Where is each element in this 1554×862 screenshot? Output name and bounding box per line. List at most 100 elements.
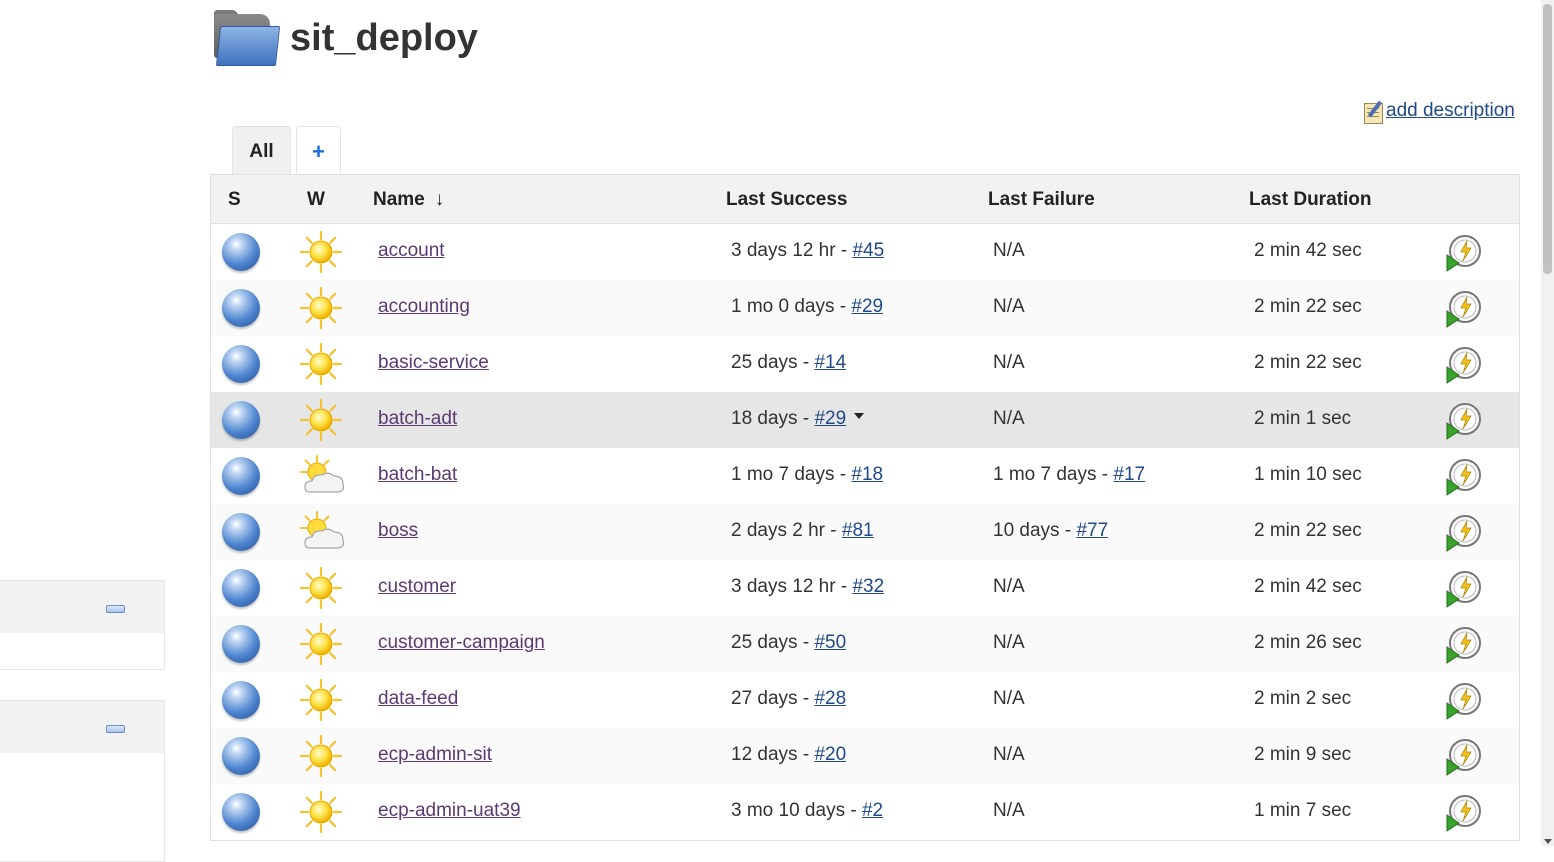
status-blue-ball-icon bbox=[222, 289, 260, 327]
last-success-build-link[interactable]: #28 bbox=[814, 688, 846, 709]
dropdown-arrow-icon[interactable] bbox=[854, 412, 865, 419]
last-failure-age: 1 mo 7 days - bbox=[993, 464, 1114, 485]
scroll-down-arrow-icon[interactable] bbox=[1544, 839, 1552, 844]
sunny-weather-icon bbox=[299, 286, 343, 330]
last-duration: 2 min 22 sec bbox=[1254, 520, 1362, 541]
last-success-age: 2 days 2 hr - bbox=[731, 520, 842, 541]
job-name-link[interactable]: customer bbox=[378, 576, 456, 597]
add-description-link[interactable]: add description bbox=[1364, 100, 1515, 124]
table-row: ecp-admin-sit 12 days - #20 N/A 2 min 9 … bbox=[211, 728, 1519, 784]
job-name-link[interactable]: boss bbox=[378, 520, 418, 541]
status-blue-ball-icon bbox=[222, 513, 260, 551]
status-blue-ball-icon bbox=[222, 457, 260, 495]
job-name-link[interactable]: batch-bat bbox=[378, 464, 457, 485]
last-failure-cell: N/A bbox=[993, 576, 1025, 598]
last-success-age: 1 mo 0 days - bbox=[731, 296, 852, 317]
schedule-build-icon[interactable] bbox=[1445, 626, 1483, 664]
last-duration: 2 min 22 sec bbox=[1254, 352, 1362, 373]
column-header-last-duration[interactable]: Last Duration bbox=[1249, 189, 1371, 211]
last-failure-build-link[interactable]: #17 bbox=[1113, 464, 1145, 485]
status-blue-ball-icon bbox=[222, 569, 260, 607]
table-row: basic-service 25 days - #14 N/A 2 min 22… bbox=[211, 336, 1519, 392]
last-failure-build-link[interactable]: #77 bbox=[1076, 520, 1108, 541]
last-success-build-link[interactable]: #20 bbox=[814, 744, 846, 765]
last-success-build-link[interactable]: #81 bbox=[842, 520, 874, 541]
last-success-build-link[interactable]: #50 bbox=[814, 632, 846, 653]
last-success-age: 18 days - bbox=[731, 408, 815, 429]
last-duration: 2 min 1 sec bbox=[1254, 408, 1352, 429]
last-success-build-link[interactable]: #14 bbox=[814, 352, 846, 373]
collapse-icon[interactable] bbox=[106, 605, 125, 613]
status-blue-ball-icon bbox=[222, 681, 260, 719]
last-success-age: 3 days 12 hr - bbox=[731, 240, 853, 261]
last-success-cell: 12 days - #20 bbox=[731, 744, 846, 766]
sidebar-widget-executor-status bbox=[0, 700, 165, 862]
job-name-link[interactable]: basic-service bbox=[378, 352, 489, 373]
last-failure-age: N/A bbox=[993, 576, 1025, 597]
schedule-build-icon[interactable] bbox=[1445, 682, 1483, 720]
schedule-build-icon[interactable] bbox=[1445, 290, 1483, 328]
new-view-tab[interactable]: + bbox=[296, 126, 341, 176]
table-row: boss 2 days 2 hr - #81 10 days - #77 2 m… bbox=[211, 504, 1519, 560]
last-failure-age: N/A bbox=[993, 240, 1025, 261]
column-header-name[interactable]: Name ↓ bbox=[373, 189, 444, 211]
last-success-build-link[interactable]: #45 bbox=[852, 240, 884, 261]
tab-all[interactable]: All bbox=[232, 126, 291, 176]
last-success-build-link[interactable]: #2 bbox=[862, 800, 883, 821]
last-failure-age: N/A bbox=[993, 744, 1025, 765]
last-success-age: 25 days - bbox=[731, 632, 815, 653]
schedule-build-icon[interactable] bbox=[1445, 514, 1483, 552]
schedule-build-icon[interactable] bbox=[1445, 402, 1483, 440]
last-duration: 2 min 42 sec bbox=[1254, 240, 1362, 261]
sunny-weather-icon bbox=[299, 734, 343, 778]
last-failure-age: 10 days - bbox=[993, 520, 1077, 541]
last-success-cell: 27 days - #28 bbox=[731, 688, 846, 710]
last-success-build-link[interactable]: #18 bbox=[851, 464, 883, 485]
last-success-build-link[interactable]: #32 bbox=[852, 576, 884, 597]
schedule-build-icon[interactable] bbox=[1445, 794, 1483, 832]
schedule-build-icon[interactable] bbox=[1445, 570, 1483, 608]
column-header-status[interactable]: S bbox=[228, 189, 241, 211]
table-row: ecp-admin-uat39 3 mo 10 days - #2 N/A 1 … bbox=[211, 784, 1519, 840]
job-name-link[interactable]: customer-campaign bbox=[378, 632, 545, 653]
job-name-link[interactable]: account bbox=[378, 240, 445, 261]
job-name-link[interactable]: data-feed bbox=[378, 688, 458, 709]
schedule-build-icon[interactable] bbox=[1445, 234, 1483, 272]
collapse-icon[interactable] bbox=[106, 725, 125, 733]
table-body: account 3 days 12 hr - #45 N/A 2 min 42 … bbox=[211, 224, 1519, 840]
page-scrollbar[interactable] bbox=[1541, 0, 1554, 846]
last-success-cell: 3 mo 10 days - #2 bbox=[731, 800, 883, 822]
last-success-age: 1 mo 7 days - bbox=[731, 464, 852, 485]
column-header-weather[interactable]: W bbox=[307, 189, 325, 211]
schedule-build-icon[interactable] bbox=[1445, 346, 1483, 384]
partly-cloudy-weather-icon bbox=[299, 510, 347, 556]
job-name-link[interactable]: ecp-admin-sit bbox=[378, 744, 492, 765]
sunny-weather-icon bbox=[299, 678, 343, 722]
schedule-build-icon[interactable] bbox=[1445, 458, 1483, 496]
add-description-label[interactable]: add description bbox=[1386, 100, 1515, 122]
folder-icon bbox=[212, 10, 281, 66]
sidebar-widget-header bbox=[0, 701, 164, 753]
last-failure-cell: 1 mo 7 days - #17 bbox=[993, 464, 1145, 486]
sunny-weather-icon bbox=[299, 398, 343, 442]
table-row: batch-bat 1 mo 7 days - #18 1 mo 7 days … bbox=[211, 448, 1519, 504]
table-row: account 3 days 12 hr - #45 N/A 2 min 42 … bbox=[211, 224, 1519, 280]
last-success-cell: 3 days 12 hr - #32 bbox=[731, 576, 884, 598]
view-tabs: All + bbox=[232, 126, 341, 176]
partly-cloudy-weather-icon bbox=[299, 454, 347, 500]
last-duration: 2 min 26 sec bbox=[1254, 632, 1362, 653]
column-header-last-success[interactable]: Last Success bbox=[726, 189, 847, 211]
table-row: accounting 1 mo 0 days - #29 N/A 2 min 2… bbox=[211, 280, 1519, 336]
column-header-last-failure[interactable]: Last Failure bbox=[988, 189, 1095, 211]
sunny-weather-icon bbox=[299, 566, 343, 610]
last-success-cell: 25 days - #50 bbox=[731, 632, 846, 654]
status-blue-ball-icon bbox=[222, 345, 260, 383]
job-name-link[interactable]: accounting bbox=[378, 296, 470, 317]
scrollbar-thumb[interactable] bbox=[1543, 4, 1552, 274]
job-name-link[interactable]: batch-adt bbox=[378, 408, 457, 429]
job-name-link[interactable]: ecp-admin-uat39 bbox=[378, 800, 521, 821]
last-success-build-link[interactable]: #29 bbox=[814, 408, 846, 429]
schedule-build-icon[interactable] bbox=[1445, 738, 1483, 776]
last-success-build-link[interactable]: #29 bbox=[851, 296, 883, 317]
last-failure-cell: N/A bbox=[993, 800, 1025, 822]
